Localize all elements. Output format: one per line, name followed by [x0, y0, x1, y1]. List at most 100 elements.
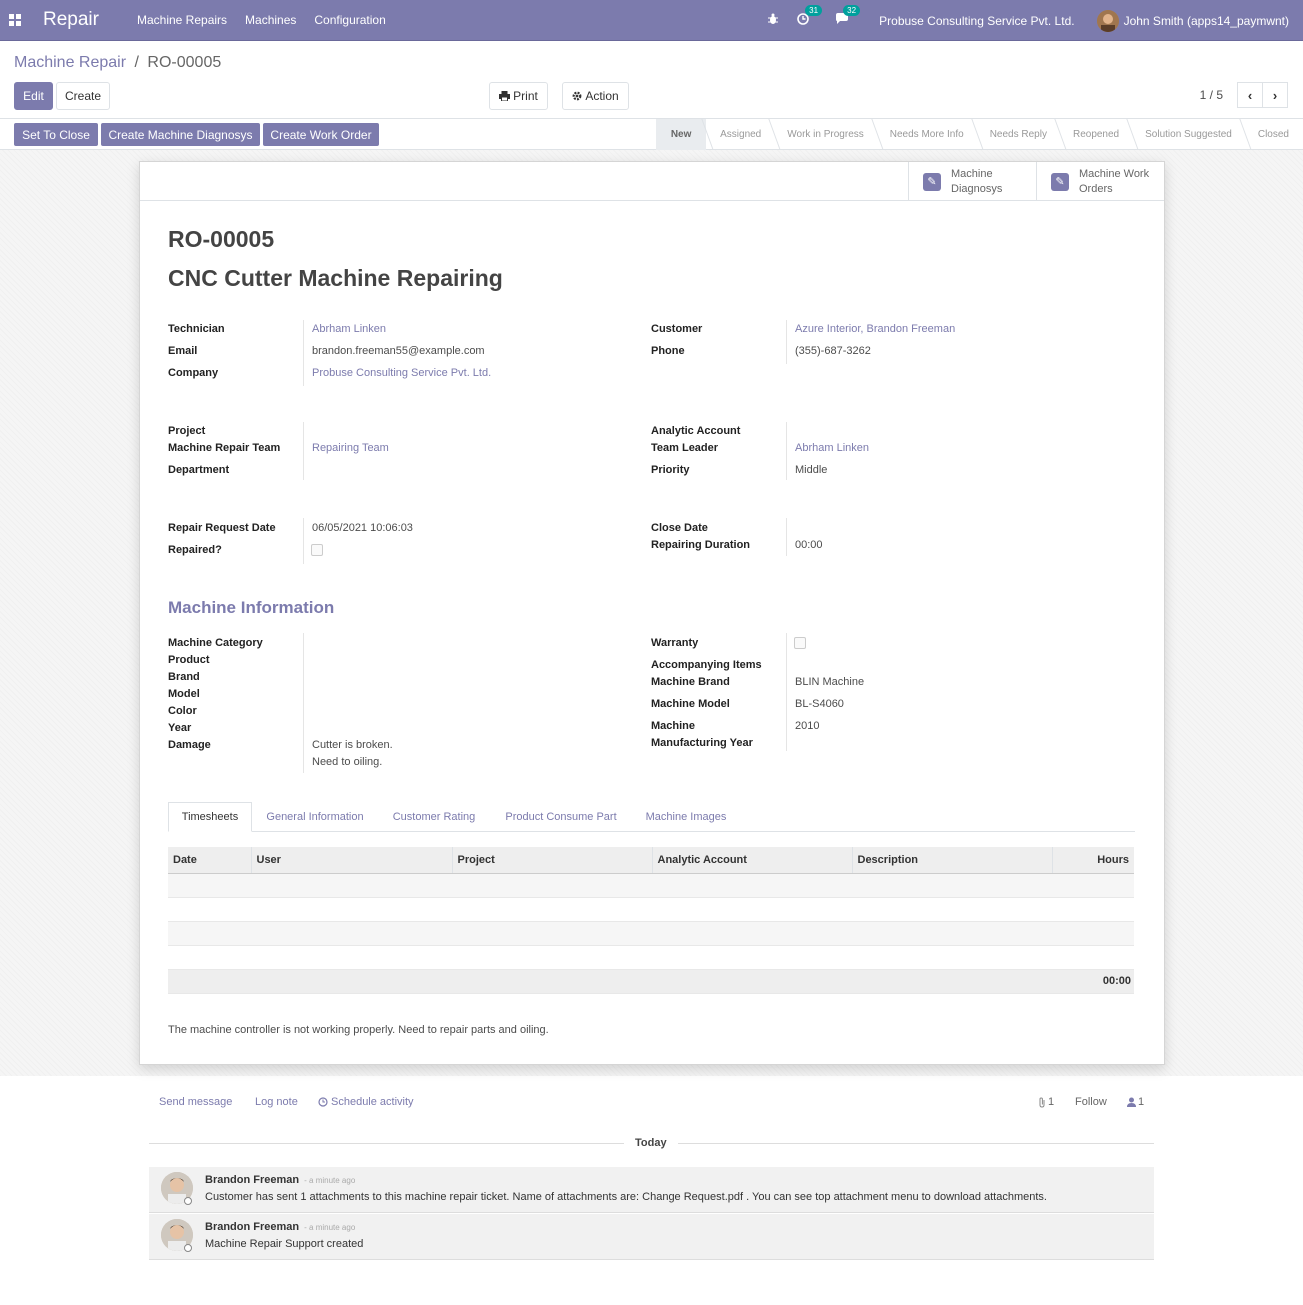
pager-value[interactable]: 1 / 5	[1200, 88, 1223, 102]
stage-new[interactable]: New	[656, 119, 714, 150]
divider	[678, 1143, 1154, 1144]
stage-needs-reply[interactable]: Needs Reply	[976, 119, 1067, 150]
form-statusbar: Set To Close Create Machine Diagnosys Cr…	[0, 118, 1303, 150]
column-user[interactable]: User	[250, 847, 452, 874]
message-body: Machine Repair Support created	[205, 1238, 364, 1250]
pager-previous-button[interactable]: ‹	[1237, 82, 1263, 108]
print-label: Print	[513, 89, 538, 103]
column-hours[interactable]: Hours	[1051, 847, 1134, 874]
record-reference: RO-00005	[168, 226, 275, 252]
analytic-account-label: Analytic Account	[651, 425, 741, 437]
apps-menu-icon[interactable]	[0, 0, 29, 41]
app-name[interactable]: Repair	[43, 9, 99, 31]
team-leader-label: Team Leader	[651, 442, 719, 454]
messages-badge: 32	[843, 5, 861, 16]
repair-team-link[interactable]: Repairing Team	[312, 442, 389, 454]
team-leader-link[interactable]: Abrham Linken	[795, 442, 869, 454]
debug-bug-icon[interactable]	[767, 13, 779, 28]
print-button[interactable]: Print	[489, 82, 548, 110]
set-to-close-button[interactable]: Set To Close	[14, 123, 98, 146]
tab-general-information[interactable]: General Information	[256, 802, 374, 832]
brand-label: Brand	[168, 671, 200, 683]
stage-solution-suggested[interactable]: Solution Suggested	[1131, 119, 1252, 150]
repair-team-label: Machine Repair Team	[168, 442, 281, 454]
year-label: Year	[168, 722, 192, 734]
message-body: Customer has sent 1 attachments to this …	[205, 1191, 1047, 1203]
column-analytic-account[interactable]: Analytic Account	[651, 847, 852, 874]
machine-diagnosys-smart-button[interactable]: ✎ Machine Diagnosys	[908, 162, 1036, 201]
presence-status-icon	[184, 1244, 192, 1252]
repairing-duration-value: 00:00	[795, 539, 823, 551]
repaired-checkbox[interactable]	[311, 544, 323, 556]
clock-icon	[318, 1097, 328, 1107]
action-button[interactable]: Action	[562, 82, 629, 110]
description-note: The machine controller is not working pr…	[168, 1024, 549, 1036]
tab-timesheets[interactable]: Timesheets	[168, 802, 252, 832]
table-row	[168, 921, 1134, 946]
tab-product-consume-part[interactable]: Product Consume Part	[494, 802, 628, 832]
table-row	[168, 945, 1134, 970]
user-menu[interactable]: John Smith (apps14_paymwnt)	[1124, 14, 1289, 28]
product-label: Product	[168, 654, 210, 666]
technician-link[interactable]: Abrham Linken	[312, 323, 386, 335]
customer-link[interactable]: Azure Interior, Brandon Freeman	[795, 323, 955, 335]
edit-button[interactable]: Edit	[14, 82, 53, 110]
notebook-tabs: Timesheets General Information Customer …	[168, 802, 1135, 832]
stage-closed[interactable]: Closed	[1244, 119, 1303, 150]
followers-button[interactable]: 1	[1127, 1096, 1144, 1108]
manufacturing-year-value: 2010	[795, 720, 820, 732]
menu-machine-repairs[interactable]: Machine Repairs	[137, 13, 227, 27]
stage-assigned[interactable]: Assigned	[706, 119, 781, 150]
pager-next-button[interactable]: ›	[1262, 82, 1288, 108]
log-note-button[interactable]: Log note	[255, 1096, 298, 1108]
record-title: CNC Cutter Machine Repairing	[168, 265, 503, 291]
messages-chat-icon[interactable]: 32	[835, 5, 861, 28]
column-project[interactable]: Project	[451, 847, 652, 874]
company-link[interactable]: Probuse Consulting Service Pvt. Ltd.	[312, 367, 491, 379]
create-button[interactable]: Create	[56, 82, 110, 110]
user-avatar[interactable]	[1096, 9, 1119, 32]
chevron-right-icon: ›	[1272, 87, 1278, 103]
machine-model-value: BL-S4060	[795, 698, 844, 710]
message-author[interactable]: Brandon Freeman - a minute ago	[205, 1174, 355, 1186]
create-work-order-button[interactable]: Create Work Order	[263, 123, 379, 146]
message-author[interactable]: Brandon Freeman - a minute ago	[205, 1221, 355, 1233]
stage-reopened[interactable]: Reopened	[1059, 119, 1139, 150]
gear-icon	[572, 91, 582, 101]
attachments-button[interactable]: 1	[1038, 1096, 1054, 1108]
project-label: Project	[168, 425, 206, 437]
paperclip-icon	[1039, 1096, 1045, 1108]
phone-label: Phone	[651, 345, 685, 357]
warranty-checkbox[interactable]	[794, 637, 806, 649]
schedule-activity-button[interactable]: Schedule activity	[318, 1096, 414, 1108]
message-time: - a minute ago	[304, 1223, 356, 1232]
column-date[interactable]: Date	[168, 847, 251, 874]
tab-machine-images[interactable]: Machine Images	[634, 802, 738, 832]
breadcrumb-parent-link[interactable]: Machine Repair	[14, 54, 126, 71]
damage-label: Damage	[168, 739, 211, 751]
follow-button[interactable]: Follow	[1075, 1096, 1107, 1108]
menu-machines[interactable]: Machines	[245, 13, 296, 27]
stage-work-in-progress[interactable]: Work in Progress	[773, 119, 884, 150]
machine-work-orders-smart-button[interactable]: ✎ Machine Work Orders	[1036, 162, 1164, 201]
accompanying-items-label: Accompanying Items	[651, 659, 762, 671]
table-row	[168, 897, 1134, 922]
manufacturing-year-label-line-1: Machine	[651, 720, 696, 732]
pencil-icon: ✎	[923, 172, 941, 191]
user-icon	[1127, 1097, 1136, 1107]
stage-needs-more-info[interactable]: Needs More Info	[876, 119, 984, 150]
send-message-button[interactable]: Send message	[159, 1096, 232, 1108]
activity-clock-icon[interactable]: 31	[797, 5, 823, 28]
message-time: - a minute ago	[304, 1176, 356, 1185]
chevron-left-icon: ‹	[1247, 87, 1253, 103]
color-label: Color	[168, 705, 197, 717]
activity-badge: 31	[805, 5, 823, 16]
menu-configuration[interactable]: Configuration	[314, 13, 385, 27]
column-description[interactable]: Description	[851, 847, 1052, 874]
breadcrumb-separator: /	[134, 54, 139, 71]
machine-information-heading: Machine Information	[168, 598, 335, 617]
action-label: Action	[585, 89, 619, 103]
company-switcher[interactable]: Probuse Consulting Service Pvt. Ltd.	[879, 14, 1074, 28]
create-machine-diagnosys-button[interactable]: Create Machine Diagnosys	[101, 123, 260, 146]
tab-customer-rating[interactable]: Customer Rating	[380, 802, 488, 832]
